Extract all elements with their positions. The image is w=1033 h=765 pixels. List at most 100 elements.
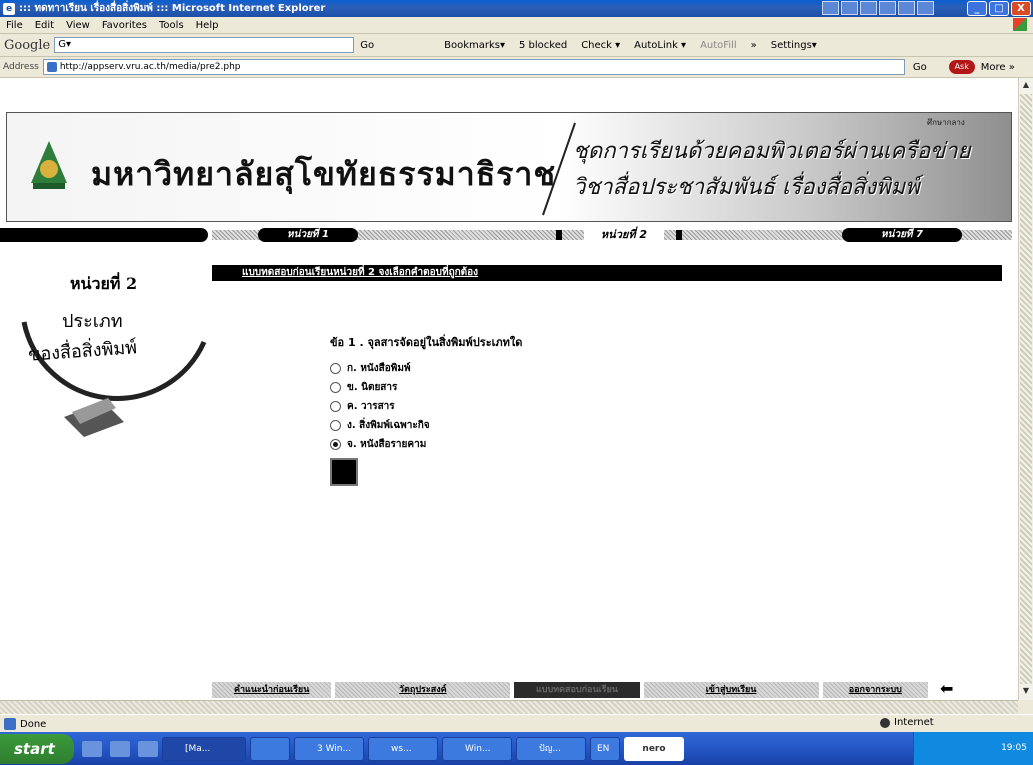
- footer-nav-logout[interactable]: ออกจากระบบ: [822, 682, 928, 698]
- titlebar-tool-icon[interactable]: [822, 1, 839, 15]
- taskbar-item[interactable]: Win...: [442, 736, 512, 761]
- vertical-scrollbar[interactable]: ▲ ▼: [1018, 78, 1033, 700]
- bookmarks-button[interactable]: Bookmarks▾: [444, 40, 505, 51]
- status-bar: Done Internet: [0, 714, 1033, 733]
- address-go-button[interactable]: Go: [913, 62, 927, 73]
- banner-divider: [542, 122, 576, 216]
- university-name: มหาวิทยาลัยสุโขทัยธรรมาธิราช: [91, 155, 557, 193]
- submit-answer-button[interactable]: [330, 458, 358, 486]
- section-header: แบบทดสอบก่อนเรียนหน่วยที่ 2 จงเลือกคำตอบ…: [212, 265, 1002, 281]
- footer-nav-instructions[interactable]: คำแนะนำก่อนเรียน: [212, 682, 332, 698]
- status-text: Done: [20, 718, 47, 730]
- sidebar-unit-label: หน่วยที่ 2: [70, 274, 138, 293]
- option-label: จ. หนังสือรายคาม: [347, 439, 427, 450]
- ask-search-button[interactable]: Ask: [948, 60, 975, 74]
- quiz-option[interactable]: ค. วารสาร: [330, 397, 522, 416]
- option-label: ก. หนังสือพิมพ์: [347, 363, 411, 374]
- taskbar-item[interactable]: [Ma...: [162, 736, 246, 761]
- address-bar: Address http://appserv.vru.ac.th/media/p…: [0, 57, 1033, 78]
- menu-tools[interactable]: Tools: [159, 20, 184, 31]
- scroll-thumb[interactable]: [1020, 94, 1032, 684]
- option-label: ข. นิตยสาร: [347, 382, 398, 393]
- menu-file[interactable]: File: [6, 20, 23, 31]
- language-indicator[interactable]: EN: [590, 736, 620, 761]
- start-button[interactable]: start: [0, 733, 74, 764]
- horizontal-scrollbar[interactable]: [0, 700, 1018, 714]
- spell-check-button[interactable]: Check ▾: [581, 40, 620, 51]
- menu-favorites[interactable]: Favorites: [102, 20, 147, 31]
- radio-button[interactable]: [330, 420, 341, 431]
- nav-current-unit: หน่วยที่ 2: [584, 227, 664, 243]
- site-banner: มหาวิทยาลัยสุโขทัยธรรมาธิราช ชุดการเรียน…: [6, 112, 1012, 222]
- menu-view[interactable]: View: [66, 20, 90, 31]
- nav-unit-7[interactable]: หน่วยที่ 7: [842, 228, 962, 242]
- window-title: ::: ทดทาาเรียน เรื่องสื่อสิ่งพิมพ์ ::: M…: [19, 3, 326, 14]
- quiz-form: ข้อ 1 . จุลสารจัดอยู่ในสิ่งพิมพ์ประเภทใด…: [330, 333, 522, 486]
- maximize-button[interactable]: □: [989, 1, 1009, 16]
- taskbar-item[interactable]: 3 Win...: [294, 736, 364, 761]
- taskbar-item[interactable]: ปัญ...: [516, 736, 586, 761]
- quiz-option[interactable]: ง. สิ่งพิมพ์เฉพาะกิจ: [330, 416, 522, 435]
- banner-tag: ศึกษากลาง: [927, 118, 965, 127]
- titlebar-tool-icon[interactable]: [898, 1, 915, 15]
- more-button[interactable]: More »: [981, 62, 1015, 73]
- nav-unit-1[interactable]: หน่วยที่ 1: [258, 228, 358, 242]
- page-status-icon: [4, 718, 16, 730]
- radio-button[interactable]: [330, 401, 341, 412]
- google-logo: Google: [4, 37, 51, 53]
- titlebar-tool-icon[interactable]: [879, 1, 896, 15]
- radio-button-selected[interactable]: [330, 439, 341, 450]
- address-label: Address: [3, 62, 39, 72]
- settings-button[interactable]: Settings▾: [771, 40, 817, 51]
- address-input[interactable]: http://appserv.vru.ac.th/media/pre2.php: [42, 59, 905, 75]
- google-toolbar: Google G▾ Go Bookmarks▾ 5 blocked Check …: [0, 34, 1033, 57]
- course-title-line2: วิชาสื่อประชาสัมพันธ์ เรื่องสื่อสิ่งพิมพ…: [573, 175, 920, 200]
- radio-button[interactable]: [330, 363, 341, 374]
- page-viewport: มหาวิทยาลัยสุโขทัยธรรมาธิราช ชุดการเรียน…: [0, 78, 1018, 700]
- option-label: ง. สิ่งพิมพ์เฉพาะกิจ: [347, 420, 430, 431]
- window-controls: _ □ X: [967, 1, 1031, 16]
- course-title-line1: ชุดการเรียนด้วยคอมพิวเตอร์ผ่านเครือข่าย: [573, 139, 971, 164]
- quicklaunch-icon[interactable]: [82, 740, 102, 757]
- clock: 19:05: [1001, 743, 1027, 753]
- close-button[interactable]: X: [1011, 1, 1031, 16]
- quiz-question: ข้อ 1 . จุลสารจัดอยู่ในสิ่งพิมพ์ประเภทใด: [330, 336, 523, 349]
- globe-icon: [880, 717, 890, 728]
- quicklaunch-icon[interactable]: [110, 740, 130, 757]
- taskbar-item[interactable]: ws...: [368, 736, 438, 761]
- unit-navbar: หน่วยที่ 1 หน่วยที่ 2 หน่วยที่ 7: [0, 227, 1018, 245]
- system-tray: 19:05: [913, 732, 1033, 765]
- scroll-up-icon[interactable]: ▲: [1020, 78, 1032, 92]
- page-icon: [46, 62, 57, 72]
- google-search-input[interactable]: G▾: [54, 37, 355, 53]
- quiz-option[interactable]: ก. หนังสือพิมพ์: [330, 359, 522, 378]
- radio-button[interactable]: [330, 382, 341, 393]
- google-go-button[interactable]: Go: [360, 40, 374, 51]
- titlebar-tool-icon[interactable]: [841, 1, 858, 15]
- footer-nav-objectives[interactable]: วัตถุประสงค์: [335, 682, 511, 698]
- quiz-option[interactable]: จ. หนังสือรายคาม: [330, 435, 522, 454]
- taskbar-item[interactable]: [250, 736, 290, 761]
- menu-help[interactable]: Help: [196, 20, 219, 31]
- titlebar-tool-icon[interactable]: [917, 1, 934, 15]
- toolbar-overflow-button[interactable]: »: [751, 40, 757, 51]
- footer-nav-pretest[interactable]: แบบทดสอบก่อนเรียน: [514, 682, 640, 698]
- autolink-button[interactable]: AutoLink ▾: [634, 40, 686, 51]
- nav-marker: [676, 230, 682, 240]
- titlebar-tool-buttons[interactable]: [822, 1, 934, 15]
- quiz-option[interactable]: ข. นิตยสาร: [330, 378, 522, 397]
- quicklaunch-icon[interactable]: [138, 740, 158, 757]
- menu-bar: File Edit View Favorites Tools Help: [0, 17, 1033, 34]
- autofill-button[interactable]: AutoFill: [700, 40, 737, 51]
- nav-marker: [556, 230, 562, 240]
- back-arrow-icon[interactable]: ⬅: [940, 681, 953, 697]
- ie-icon: e: [3, 2, 15, 15]
- minimize-button[interactable]: _: [967, 1, 987, 16]
- nero-icon[interactable]: nero: [624, 736, 684, 761]
- popup-blocked-button[interactable]: 5 blocked: [519, 40, 567, 51]
- footer-nav-enter-lesson[interactable]: เข้าสู่บทเรียน: [643, 682, 819, 698]
- option-label: ค. วารสาร: [347, 401, 395, 412]
- menu-edit[interactable]: Edit: [35, 20, 54, 31]
- scroll-down-icon[interactable]: ▼: [1020, 684, 1032, 698]
- titlebar-tool-icon[interactable]: [860, 1, 877, 15]
